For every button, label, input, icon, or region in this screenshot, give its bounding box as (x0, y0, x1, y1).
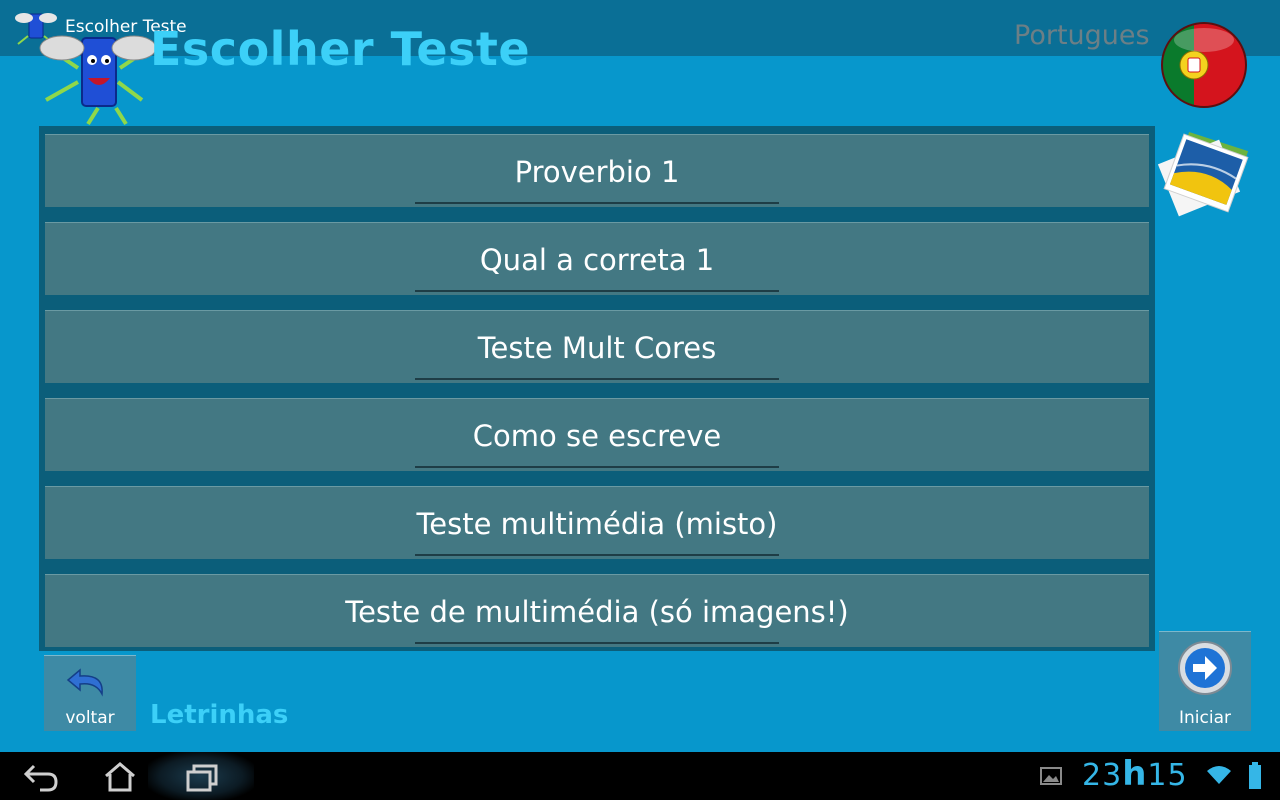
arrow-right-icon (1178, 641, 1232, 695)
divider (415, 290, 779, 292)
divider (415, 466, 779, 468)
mascot-logo-icon (39, 35, 156, 126)
clock-minute: 15 (1147, 758, 1188, 793)
divider (415, 378, 779, 380)
back-nav-icon[interactable] (22, 760, 62, 794)
test-label: Teste multimédia (misto) (416, 507, 778, 541)
wifi-icon (1207, 766, 1231, 784)
undo-arrow-icon (66, 668, 103, 697)
battery-icon (1249, 762, 1261, 789)
list-item[interactable]: Teste multimédia (misto) (45, 486, 1149, 559)
test-label: Teste de multimédia (só imagens!) (345, 595, 849, 629)
recent-apps-icon[interactable] (182, 760, 222, 794)
list-item[interactable]: Como se escreve (45, 398, 1149, 471)
status-clock: 23h15 (1082, 754, 1188, 794)
back-label: voltar (65, 708, 115, 728)
divider (415, 554, 779, 556)
language-label: Portugues (1014, 20, 1150, 51)
start-label: Iniciar (1179, 708, 1231, 728)
page-title: Escolher Teste (150, 22, 531, 76)
start-button[interactable]: Iniciar (1159, 631, 1251, 731)
test-label: Como se escreve (472, 419, 722, 453)
gallery-icon[interactable] (1156, 130, 1254, 228)
list-item[interactable]: Proverbio 1 (45, 134, 1149, 207)
list-item[interactable]: Teste Mult Cores (45, 310, 1149, 383)
divider (415, 642, 779, 644)
test-list: Proverbio 1 Qual a correta 1 Teste Mult … (39, 126, 1155, 651)
gallery-notification-icon (1040, 767, 1062, 785)
divider (415, 202, 779, 204)
portugal-flag-icon[interactable] (1158, 20, 1250, 110)
clock-separator: h (1122, 754, 1148, 794)
app-name-label: Letrinhas (150, 700, 289, 730)
test-label: Teste Mult Cores (477, 331, 717, 365)
back-button[interactable]: voltar (44, 655, 136, 731)
clock-hour: 23 (1082, 758, 1123, 793)
test-label: Qual a correta 1 (479, 243, 715, 277)
list-item[interactable]: Qual a correta 1 (45, 222, 1149, 295)
test-label: Proverbio 1 (514, 155, 680, 189)
list-item[interactable]: Teste de multimédia (só imagens!) (45, 574, 1149, 647)
home-icon[interactable] (100, 760, 140, 794)
